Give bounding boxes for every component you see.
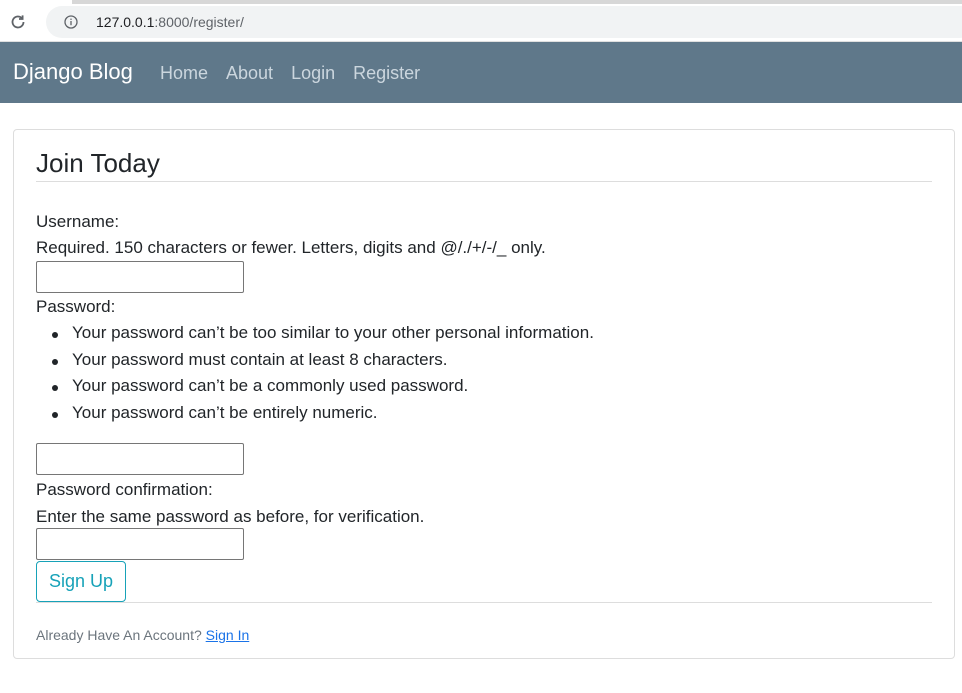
nav-links: Home About Login Register [160, 63, 438, 84]
nav-link-login[interactable]: Login [291, 63, 335, 84]
form-legend: Join Today [36, 148, 160, 178]
active-tab-edge [0, 0, 72, 4]
password-rule-item: Your password can’t be a commonly used p… [52, 376, 594, 403]
site-navbar: Django Blog Home About Login Register [0, 42, 962, 103]
username-label: Username: [36, 212, 120, 231]
password-confirmation-help-text: Enter the same password as before, for v… [36, 507, 425, 526]
password-rule-item: Your password must contain at least 8 ch… [52, 350, 594, 377]
nav-link-about[interactable]: About [226, 63, 273, 84]
username-help-text: Required. 150 characters or fewer. Lette… [36, 238, 546, 257]
nav-link-register[interactable]: Register [353, 63, 420, 84]
password-input[interactable] [36, 443, 244, 475]
reload-icon[interactable] [6, 10, 30, 34]
navbar-brand[interactable]: Django Blog [13, 59, 133, 85]
password-confirmation-input[interactable] [36, 528, 244, 560]
url-host: 127.0.0.1 [96, 14, 155, 30]
sign-up-button[interactable]: Sign Up [36, 561, 126, 602]
browser-toolbar: 127.0.0.1:8000/register/ [0, 0, 962, 42]
url-text[interactable]: 127.0.0.1:8000/register/ [96, 14, 244, 30]
password-confirmation-label: Password confirmation: [36, 480, 213, 499]
password-rules-list: Your password can’t be too similar to yo… [52, 323, 594, 429]
account-prompt-text: Already Have An Account? [36, 627, 202, 643]
legend-divider [36, 181, 932, 182]
username-input[interactable] [36, 261, 244, 293]
footer-divider [36, 602, 932, 603]
info-icon[interactable] [64, 15, 78, 29]
password-rule-item: Your password can’t be entirely numeric. [52, 403, 594, 430]
account-prompt: Already Have An Account? Sign In [36, 627, 249, 643]
address-bar[interactable]: 127.0.0.1:8000/register/ [46, 6, 962, 38]
register-card: Join Today Username: Required. 150 chara… [13, 129, 955, 659]
password-label: Password: [36, 297, 116, 316]
sign-in-link[interactable]: Sign In [206, 627, 250, 643]
url-path: :8000/register/ [154, 14, 244, 30]
nav-link-home[interactable]: Home [160, 63, 208, 84]
tab-strip [0, 0, 962, 4]
password-rule-item: Your password can’t be too similar to yo… [52, 323, 594, 350]
